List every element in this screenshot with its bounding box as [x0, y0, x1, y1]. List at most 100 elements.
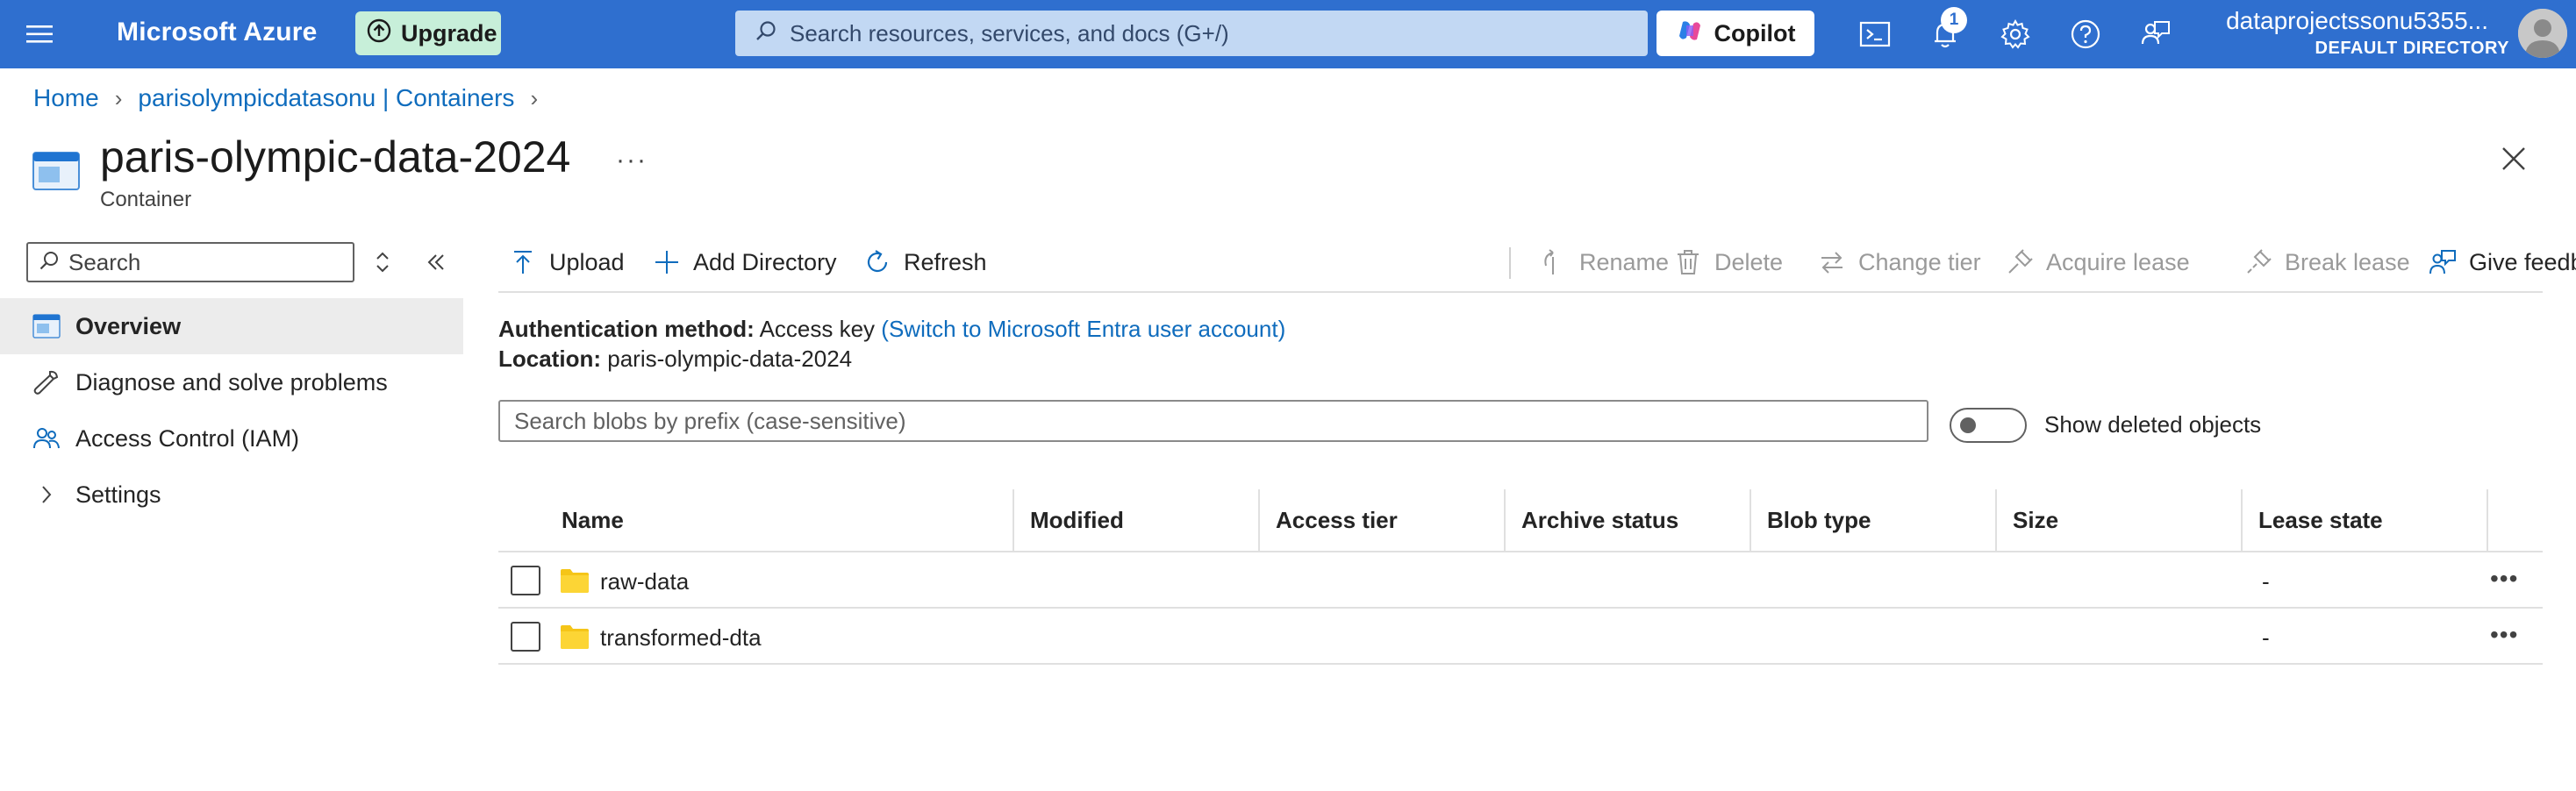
blob-table: Name Modified Access tier Archive status… [498, 489, 2543, 665]
avatar[interactable] [2518, 9, 2567, 58]
sidebar-item-iam[interactable]: Access Control (IAM) [0, 410, 463, 467]
row-name[interactable]: raw-data [600, 568, 689, 595]
plug-icon [2008, 249, 2033, 274]
chevron-right-icon [32, 480, 61, 510]
page-subtitle: Container [100, 188, 192, 211]
sidebar-item-overview[interactable]: Overview [0, 298, 463, 354]
account-directory: DEFAULT DIRECTORY [2315, 39, 2509, 58]
show-deleted-label: Show deleted objects [2044, 411, 2262, 438]
auth-method-value: Access key [759, 316, 876, 342]
column-header-archive-status[interactable]: Archive status [1504, 489, 1678, 551]
column-header-actions [2487, 489, 2504, 551]
folder-icon [561, 569, 589, 593]
rename-icon [1544, 249, 1554, 274]
copilot-icon [1676, 17, 1704, 51]
add-directory-button[interactable]: Add Directory [653, 242, 837, 282]
refresh-label: Refresh [904, 248, 987, 275]
sidebar-item-label: Diagnose and solve problems [75, 368, 388, 396]
more-options-icon[interactable]: ··· [616, 146, 648, 175]
breadcrumb-home[interactable]: Home [33, 84, 99, 112]
show-deleted-toggle[interactable] [1950, 408, 2027, 443]
row-more-options-icon[interactable]: ••• [2490, 565, 2529, 592]
page-title: paris-olympic-data-2024 [100, 132, 571, 182]
copilot-label: Copilot [1714, 19, 1796, 46]
break-lease-button[interactable]: Break lease [2244, 242, 2410, 282]
sidebar-item-diagnose[interactable]: Diagnose and solve problems [0, 354, 463, 410]
upload-label: Upload [549, 248, 625, 275]
upgrade-label: Upgrade [401, 19, 497, 46]
column-header-modified[interactable]: Modified [1013, 489, 1124, 551]
feedback-icon[interactable] [2139, 18, 2174, 53]
cloud-shell-icon[interactable] [1858, 18, 1893, 53]
add-directory-label: Add Directory [693, 248, 837, 275]
column-header-blob-type[interactable]: Blob type [1750, 489, 1871, 551]
swap-arrows-icon [1821, 252, 1843, 274]
search-icon [39, 250, 60, 275]
row-checkbox[interactable] [511, 566, 540, 595]
global-search[interactable] [735, 11, 1648, 56]
breadcrumb-chevron-icon: › [530, 84, 539, 111]
row-lease-state: - [2262, 624, 2270, 651]
container-overview-icon [32, 311, 61, 341]
collapse-double-chevron-icon[interactable] [425, 251, 447, 274]
hamburger-menu-icon[interactable] [25, 21, 56, 47]
top-bar: Microsoft Azure Upgrade Copilot 1 datapr… [0, 0, 2576, 68]
delete-button[interactable]: Delete [1674, 242, 1783, 282]
toolbar-divider [1509, 247, 1511, 279]
location-line: Location: paris-olympic-data-2024 [498, 346, 852, 373]
wrench-icon [32, 367, 61, 397]
sort-updown-icon[interactable] [373, 249, 392, 275]
give-feedback-button[interactable]: Give feedback [2429, 242, 2576, 282]
row-lease-state: - [2262, 568, 2270, 595]
change-tier-button[interactable]: Change tier [1818, 242, 1981, 282]
column-header-size[interactable]: Size [1995, 489, 2058, 551]
search-icon [755, 19, 777, 48]
breadcrumb: Home › parisolympicdatasonu | Containers… [33, 84, 538, 112]
table-row[interactable]: transformed-dta - ••• [498, 609, 2543, 665]
auth-method-label: Authentication method: [498, 316, 755, 342]
auth-method-line: Authentication method: Access key (Switc… [498, 316, 1285, 343]
change-tier-label: Change tier [1858, 248, 1981, 275]
rename-button[interactable]: Rename [1539, 242, 1669, 282]
nav-search[interactable] [26, 242, 354, 282]
upgrade-button[interactable]: Upgrade [355, 11, 501, 55]
column-header-access-tier[interactable]: Access tier [1258, 489, 1398, 551]
row-name[interactable]: transformed-dta [600, 624, 762, 652]
nav-search-input[interactable] [68, 248, 349, 276]
column-header-lease-state[interactable]: Lease state [2241, 489, 2383, 551]
brand-title[interactable]: Microsoft Azure [117, 18, 318, 47]
account-name[interactable]: dataprojectssonu5355... [2225, 7, 2488, 35]
break-lease-label: Break lease [2285, 248, 2410, 275]
delete-label: Delete [1714, 248, 1784, 275]
user-avatar-icon [2518, 9, 2567, 58]
refresh-button[interactable]: Refresh [863, 242, 987, 282]
column-header-name[interactable]: Name [544, 489, 624, 551]
upload-button[interactable]: Upload [509, 242, 625, 282]
location-value: paris-olympic-data-2024 [607, 346, 853, 372]
help-question-icon[interactable] [2069, 18, 2104, 53]
people-icon [32, 424, 61, 453]
switch-auth-link[interactable]: (Switch to Microsoft Entra user account) [881, 316, 1285, 342]
breadcrumb-containers[interactable]: parisolympicdatasonu | Containers [138, 84, 514, 112]
give-feedback-label: Give feedback [2469, 248, 2576, 275]
table-header: Name Modified Access tier Archive status… [498, 489, 2543, 552]
folder-icon [561, 625, 589, 649]
notification-count-badge: 1 [1941, 7, 1967, 33]
rename-label: Rename [1579, 248, 1670, 275]
row-more-options-icon[interactable]: ••• [2490, 621, 2529, 648]
settings-gear-icon[interactable] [1999, 18, 2034, 53]
close-icon[interactable] [2499, 144, 2529, 174]
blob-prefix-search-input[interactable] [498, 400, 1928, 442]
refresh-icon [867, 250, 888, 273]
copilot-button[interactable]: Copilot [1657, 11, 1814, 56]
row-checkbox[interactable] [511, 622, 540, 652]
global-search-input[interactable] [790, 19, 1579, 47]
sidebar-item-settings[interactable]: Settings [0, 467, 463, 523]
plus-icon [655, 251, 678, 274]
acquire-lease-button[interactable]: Acquire lease [2006, 242, 2190, 282]
sidebar-item-label: Settings [75, 481, 161, 508]
table-row[interactable]: raw-data - ••• [498, 552, 2543, 609]
sidebar-item-label: Access Control (IAM) [75, 424, 300, 452]
unplug-icon [2247, 249, 2272, 274]
breadcrumb-chevron-icon: › [114, 84, 123, 111]
